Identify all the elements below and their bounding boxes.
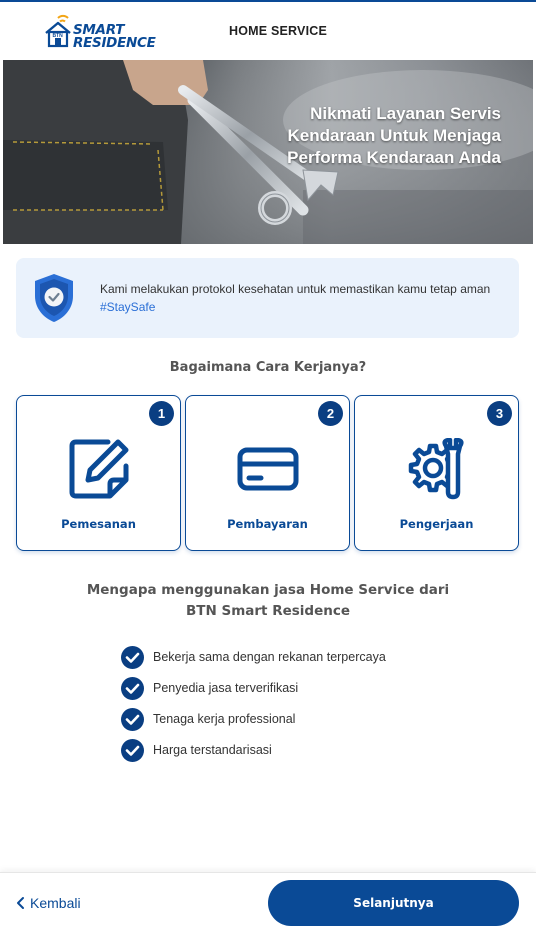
- notice-message: Kami melakukan protokol kesehatan untuk …: [100, 282, 491, 296]
- benefit-text: Harga terstandarisasi: [153, 743, 272, 757]
- why-title-line-1: Mengapa menggunakan jasa Home Service da…: [86, 582, 450, 598]
- bottom-action-bar: Kembali Selanjutnya: [0, 872, 536, 932]
- list-item: Penyedia jasa terverifikasi: [121, 677, 386, 708]
- hero-banner: Nikmati Layanan Servis Kendaraan Untuk M…: [3, 60, 533, 244]
- why-title-line-2: BTN Smart Residence: [185, 603, 350, 619]
- list-item: Harga terstandarisasi: [121, 739, 386, 770]
- check-circle-icon: [121, 677, 144, 700]
- svg-text:BTN: BTN: [53, 33, 64, 39]
- edit-icon: [69, 439, 128, 499]
- notice-text: Kami melakukan protokol kesehatan untuk …: [100, 280, 500, 316]
- check-circle-icon: [121, 646, 144, 669]
- check-circle-icon: [121, 708, 144, 731]
- staysafe-hashtag[interactable]: #StaySafe: [100, 300, 155, 314]
- step-number-badge: 3: [487, 401, 512, 426]
- benefit-text: Penyedia jasa terverifikasi: [153, 681, 299, 695]
- hero-line-1: Nikmati Layanan Servis: [310, 104, 501, 123]
- hero-line-3: Performa Kendaraan Anda: [287, 148, 501, 167]
- step-card-pemesanan[interactable]: 1 Pemesanan: [16, 395, 181, 551]
- step-label: Pembayaran: [227, 517, 308, 531]
- chevron-left-icon: [17, 897, 24, 909]
- step-number-badge: 1: [149, 401, 174, 426]
- credit-card-icon: [237, 447, 298, 491]
- back-button[interactable]: Kembali: [14, 895, 81, 911]
- logo-line-2: RESIDENCE: [73, 35, 156, 51]
- next-button[interactable]: Selanjutnya: [268, 880, 519, 926]
- app-header: BTN SMART RESIDENCE HOME SERVICE: [0, 2, 536, 60]
- why-us-title: Mengapa menggunakan jasa Home Service da…: [0, 580, 536, 622]
- list-item: Tenaga kerja professional: [121, 708, 386, 739]
- hero-line-2: Kendaraan Untuk Menjaga: [287, 126, 502, 145]
- health-protocol-notice: Kami melakukan protokol kesehatan untuk …: [16, 258, 519, 338]
- smart-residence-logo[interactable]: BTN SMART RESIDENCE: [42, 14, 162, 52]
- back-label: Kembali: [30, 895, 81, 911]
- step-label: Pengerjaan: [399, 517, 474, 531]
- step-card-pembayaran[interactable]: 2 Pembayaran: [185, 395, 350, 551]
- page-title: HOME SERVICE: [229, 24, 328, 38]
- hero-headline: Nikmati Layanan Servis Kendaraan Untuk M…: [241, 103, 501, 169]
- benefit-text: Bekerja sama dengan rekanan terpercaya: [153, 650, 386, 664]
- step-number-badge: 2: [318, 401, 343, 426]
- step-card-pengerjaan[interactable]: 3 Pengerjaan: [354, 395, 519, 551]
- check-circle-icon: [121, 739, 144, 762]
- how-it-works-title: Bagaimana Cara Kerjanya?: [169, 360, 367, 375]
- list-item: Bekerja sama dengan rekanan terpercaya: [121, 646, 386, 677]
- step-label: Pemesanan: [61, 517, 136, 531]
- benefit-text: Tenaga kerja professional: [153, 712, 296, 726]
- benefit-list: Bekerja sama dengan rekanan terpercaya P…: [121, 646, 386, 770]
- shield-check-icon: [35, 274, 73, 322]
- gear-wrench-icon: [408, 438, 464, 500]
